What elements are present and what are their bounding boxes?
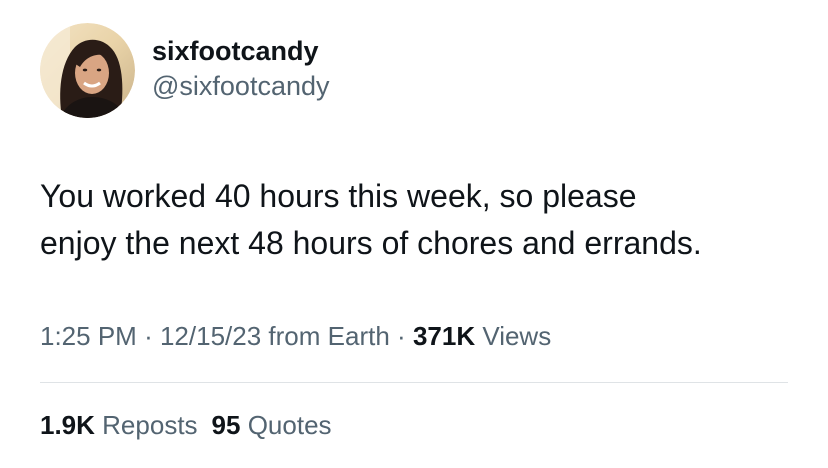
views-count[interactable]: 371K	[413, 321, 475, 351]
tweet-date[interactable]: 12/15/23	[160, 321, 261, 351]
avatar[interactable]	[40, 23, 135, 118]
reposts-count: 1.9K	[40, 410, 95, 440]
display-name[interactable]: sixfootcandy	[152, 34, 330, 68]
user-handle[interactable]: @sixfootcandy	[152, 68, 330, 104]
meta-separator: ·	[397, 321, 406, 351]
tweet-stats: 1.9K Reposts 95 Quotes	[40, 408, 332, 442]
views-label[interactable]: Views	[482, 321, 551, 351]
tweet-header: sixfootcandy @sixfootcandy	[40, 23, 330, 118]
tweet-text: You worked 40 hours this week, so please…	[40, 173, 800, 267]
quotes-label: Quotes	[247, 410, 332, 440]
tweet-meta: 1:25 PM · 12/15/23 from Earth · 371K Vie…	[40, 319, 551, 353]
tweet-text-line-1: You worked 40 hours this week, so please	[40, 178, 637, 214]
reposts-link[interactable]: 1.9K Reposts	[40, 410, 198, 440]
reposts-label: Reposts	[102, 410, 198, 440]
tweet-time[interactable]: 1:25 PM	[40, 321, 137, 351]
user-names: sixfootcandy @sixfootcandy	[152, 34, 330, 104]
tweet-source: from Earth	[268, 321, 390, 351]
divider	[40, 382, 788, 383]
quotes-count: 95	[211, 410, 241, 440]
tweet-card: sixfootcandy @sixfootcandy You worked 40…	[0, 0, 828, 468]
tweet-text-line-2: enjoy the next 48 hours of chores and er…	[40, 225, 702, 261]
quotes-link[interactable]: 95 Quotes	[212, 410, 332, 440]
meta-separator: ·	[144, 321, 153, 351]
